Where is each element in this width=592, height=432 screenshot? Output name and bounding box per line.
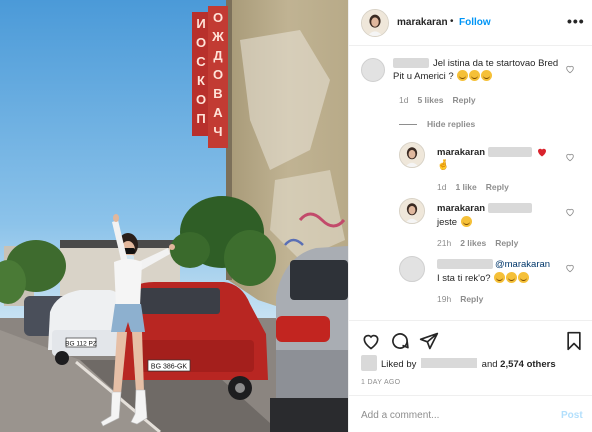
comment-text: Jel istina da te startovao Bred Pit u Am…	[393, 58, 571, 83]
post-photo[interactable]: ОЖДОВАЧ ИОСКОП BG 112 PZ BG 386-GK	[0, 0, 348, 432]
post-time[interactable]: 1 DAY AGO	[361, 379, 400, 386]
reply-text: marakaran	[437, 147, 485, 159]
replies-divider	[399, 124, 417, 125]
grinning-emoji-icon	[469, 70, 481, 81]
reply-like-heart-icon[interactable]	[565, 152, 575, 162]
reply-meta: 19h Reply	[437, 294, 492, 304]
add-comment-input[interactable]: Add a comment...	[361, 410, 439, 421]
reply-mention: @marakaran	[495, 259, 550, 271]
red-heart-emoji-icon	[538, 148, 546, 157]
grinning-emoji-icon	[494, 272, 506, 283]
redacted-username	[488, 203, 532, 213]
svg-text:BG 386-GK: BG 386-GK	[151, 364, 188, 371]
sign-letter: П	[196, 111, 205, 126]
likes-count-link[interactable]: 2,574 others	[500, 359, 555, 370]
bookmark-icon[interactable]	[565, 331, 583, 351]
reply-like-heart-icon[interactable]	[565, 263, 575, 273]
reply-username[interactable]: marakaran	[437, 203, 485, 214]
reply-body: jeste	[437, 216, 472, 229]
author-avatar[interactable]	[361, 9, 389, 37]
post-header: marakaran • Follow •••	[349, 0, 592, 46]
grinning-emoji-icon	[481, 70, 493, 81]
crossed-fingers-emoji-icon: 🤞	[437, 160, 450, 171]
post-comment-button[interactable]: Post	[561, 410, 583, 421]
comment-like-heart-icon[interactable]	[565, 64, 575, 74]
reply-avatar[interactable]	[399, 198, 425, 224]
comment-composer: Add a comment... Post	[349, 395, 592, 425]
reply-text: marakaran	[437, 203, 485, 215]
reply-like-heart-icon[interactable]	[565, 207, 575, 217]
reply-button[interactable]: Reply	[486, 182, 509, 192]
sign-letter: В	[213, 86, 222, 101]
liked-and: and	[481, 359, 498, 370]
grinning-emoji-icon	[457, 70, 469, 81]
redacted-liker[interactable]	[421, 358, 478, 368]
send-icon[interactable]	[419, 331, 439, 351]
reply-meta: 21h 2 likes Reply	[437, 238, 527, 248]
reply-avatar[interactable]	[399, 256, 425, 282]
reply-time: 19h	[437, 294, 452, 304]
hide-replies-label[interactable]: Hide replies	[427, 119, 475, 129]
sign-letter: И	[196, 16, 205, 31]
reply-avatar[interactable]	[399, 142, 425, 168]
redacted-username	[437, 259, 493, 269]
sign-letter: Ж	[211, 29, 224, 44]
sign-letter: А	[213, 105, 223, 120]
follow-button[interactable]: Follow	[459, 17, 491, 28]
commenter-avatar[interactable]	[361, 58, 385, 82]
grinning-emoji-icon	[506, 272, 518, 283]
liker-avatar[interactable]	[361, 355, 377, 371]
sign-letter: О	[196, 92, 206, 107]
sign-letter: С	[196, 54, 206, 69]
sign-letter: О	[213, 10, 223, 25]
comment-icon[interactable]	[390, 331, 410, 351]
sign-letter: О	[213, 67, 223, 82]
sign-letter: Д	[213, 48, 223, 63]
likes-summary: Liked by and 2,574 others	[381, 358, 556, 370]
redacted-username	[488, 147, 532, 157]
more-icon[interactable]: •••	[567, 13, 585, 29]
svg-text:BG 112 PZ: BG 112 PZ	[65, 341, 97, 348]
grinning-emoji-icon	[518, 272, 530, 283]
reply-body: I sta ti rek'o?	[437, 272, 530, 285]
reply-time: 1d	[437, 182, 447, 192]
reply-likes[interactable]: 1 like	[455, 182, 476, 192]
reply-time: 21h	[437, 238, 452, 248]
svg-text:ОЖДОВАЧ: ОЖДОВАЧ	[211, 10, 224, 139]
reply-meta: 1d 1 like Reply	[437, 182, 518, 192]
reply-button[interactable]: Reply	[495, 238, 518, 248]
author-username[interactable]: marakaran	[397, 17, 448, 28]
sign-letter: К	[197, 73, 205, 88]
sign-letter: О	[196, 35, 206, 50]
reply-body-text: jeste	[437, 217, 458, 228]
reply-username[interactable]: marakaran	[437, 147, 485, 158]
reply-button[interactable]: Reply	[452, 95, 475, 105]
comment-time: 1d	[399, 95, 409, 105]
separator-dot: •	[450, 16, 454, 27]
post-sidebar: marakaran • Follow ••• Jel istina da te …	[348, 0, 592, 432]
grinning-emoji-icon	[460, 216, 472, 227]
comment-meta: 1d 5 likes Reply	[399, 95, 485, 105]
reply-likes[interactable]: 2 likes	[460, 238, 486, 248]
mention-link[interactable]: @marakaran	[495, 259, 550, 270]
post-actions: Liked by and 2,574 others 1 DAY AGO Add …	[349, 320, 592, 424]
heart-icon[interactable]	[361, 331, 381, 351]
post-image: ОЖДОВАЧ ИОСКОП BG 112 PZ BG 386-GK	[0, 0, 348, 432]
sign-letter: Ч	[213, 124, 222, 139]
reply-body-text: I sta ti rek'o?	[437, 273, 491, 284]
comment-likes[interactable]: 5 likes	[417, 95, 443, 105]
reply-button[interactable]: Reply	[460, 294, 483, 304]
liked-by-label: Liked by	[381, 359, 417, 370]
